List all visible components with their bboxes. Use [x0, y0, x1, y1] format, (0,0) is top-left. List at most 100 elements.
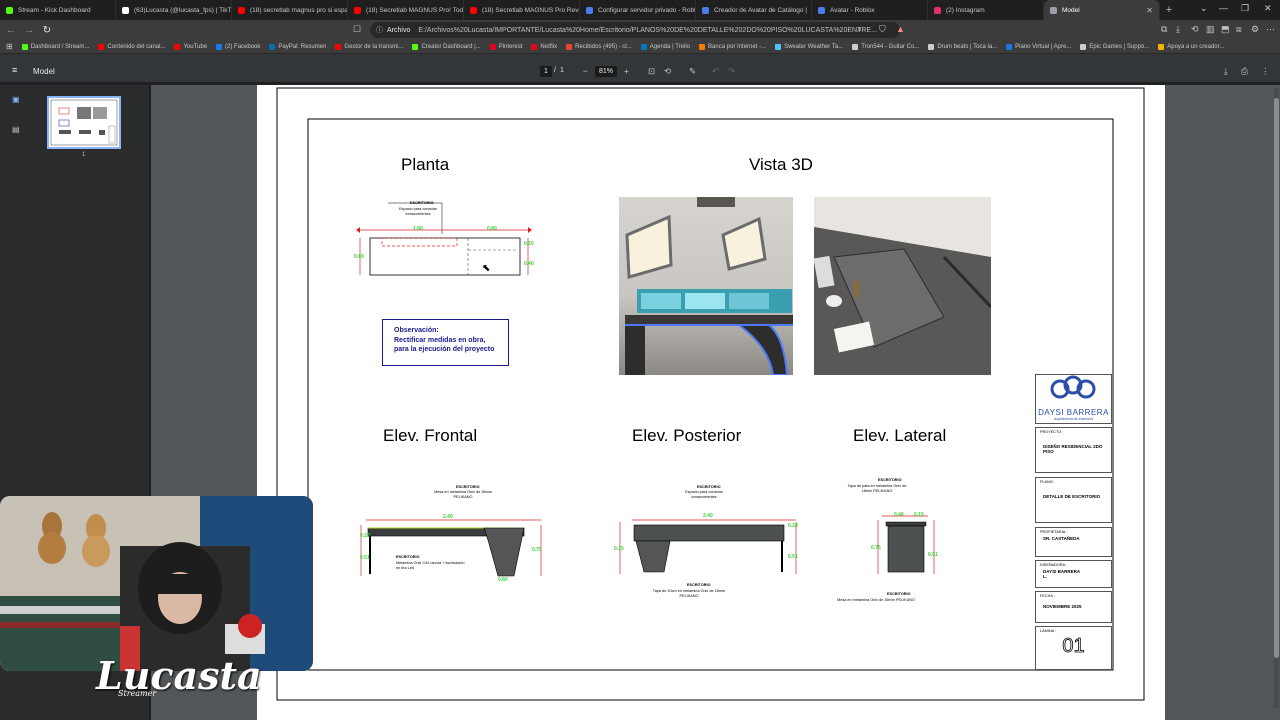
title-block-propietario: PROPIETARIA : SR. CASTAÑEDA	[1035, 527, 1112, 557]
bookmark-favicon-icon	[269, 43, 276, 50]
fit-page-icon[interactable]: ⊡	[648, 66, 655, 77]
bookmark-label: Drum beats | Toca la...	[937, 43, 998, 50]
bookmark-item[interactable]: Dashboard / Stream...	[21, 43, 89, 50]
minimize-button[interactable]: —	[1219, 3, 1228, 13]
redo-icon[interactable]: ↷	[728, 66, 735, 77]
lamina-value: 01	[1062, 635, 1085, 658]
close-window-button[interactable]: ✕	[1264, 3, 1272, 14]
vertical-scrollbar[interactable]	[1274, 88, 1279, 708]
browser-tab[interactable]: Stream - Kick Dashboard	[0, 0, 116, 20]
bookmark-item[interactable]: Netflix	[531, 43, 558, 50]
bookmark-item[interactable]: Creator Dashboard |...	[412, 43, 481, 50]
bookmark-favicon-icon	[566, 43, 573, 50]
sidebar-menu-icon[interactable]: ≡	[12, 65, 17, 75]
tab-label: (18) Secretlab MAGNUS Pro! Tod	[366, 6, 464, 14]
browser-tab[interactable]: (18) Secretlab MAGNUS Pro! Tod	[348, 0, 464, 20]
bookmark-label: Contenido del canal...	[107, 43, 166, 50]
bookmark-item[interactable]: Contenido del canal...	[98, 43, 166, 50]
bookmark-item[interactable]: Apoya a un creador...	[1158, 43, 1225, 50]
bookmark-label: Tron544 - Guitar Co...	[861, 43, 920, 50]
streamer-logo-sub: Streamer	[118, 689, 157, 698]
thumbnails-view-icon[interactable]: ▣	[12, 95, 20, 104]
bookmark-favicon-icon	[21, 43, 28, 50]
bookmark-label: Netflix	[540, 43, 558, 50]
page-number-input[interactable]: 1	[540, 66, 552, 77]
zoom-level-input[interactable]: 81%	[595, 66, 617, 77]
bookmark-item[interactable]: PayPal: Resumen	[269, 43, 326, 50]
front-top-note-title: ESCRITORIO	[456, 485, 480, 489]
fecha-value: NOVIEMBRE 2025	[1043, 604, 1082, 609]
outline-view-icon[interactable]: ▤	[12, 125, 20, 134]
bookmark-label: Recibidos (495) - cl...	[575, 43, 632, 50]
history-icon[interactable]: ⟲	[1191, 24, 1199, 35]
settings-icon[interactable]: ⚙	[1251, 24, 1259, 35]
bookmark-item[interactable]: Pinterest	[489, 43, 522, 50]
apps-grid-icon[interactable]: ⊞	[6, 42, 13, 51]
browser-tab[interactable]: (63)Lucasta (@lucasta_fps) | TikTok	[116, 0, 232, 20]
browser-tab[interactable]: Avatar - Roblox	[812, 0, 928, 20]
forward-icon[interactable]: →	[22, 25, 36, 36]
bookmark-item[interactable]: (2) Facebook	[216, 43, 260, 50]
address-bar[interactable]: ⓘ Archivo E:/Archivos%20Lucasta/IMPORTAN…	[370, 22, 900, 38]
tab-favicon-icon	[6, 6, 13, 14]
bookmark-page-icon[interactable]: ☐	[353, 24, 361, 35]
scrollbar-thumb[interactable]	[1274, 98, 1279, 658]
bookmark-item[interactable]: Agenda | Trello	[640, 43, 690, 50]
bookmark-item[interactable]: Drum beats | Toca la...	[928, 43, 998, 50]
sidebar-icon[interactable]: ▥	[1206, 24, 1215, 35]
extension-warning-icon[interactable]: ▲	[896, 24, 905, 34]
post-dim-h3: 0.51	[788, 554, 798, 560]
bookmark-item[interactable]: Tron544 - Guitar Co...	[852, 43, 920, 50]
bookmark-item[interactable]: Banca por Internet -...	[699, 43, 766, 50]
restore-button[interactable]: ❐	[1241, 3, 1249, 14]
plan-dim-b: 0.80	[487, 226, 497, 232]
close-tab-icon[interactable]: ✕	[1146, 6, 1153, 15]
undo-icon[interactable]: ↶	[712, 66, 719, 77]
reload-icon[interactable]: ↻	[40, 25, 54, 36]
shield-icon[interactable]: ⛉	[879, 24, 886, 35]
front-dim-b: 0.60	[498, 577, 508, 583]
plan-dim-c: 0.60	[354, 254, 364, 260]
pdf-more-icon[interactable]: ⋮	[1261, 66, 1270, 77]
zoom-out-icon[interactable]: −	[583, 66, 588, 76]
sheet-frames	[276, 87, 1145, 701]
bookmark-item[interactable]: Piano Virtual | Apre...	[1006, 43, 1071, 50]
browser-tab[interactable]: (18) secretlab magnus pro si espa	[232, 0, 348, 20]
rotate-icon[interactable]: ⟲	[664, 66, 671, 77]
observacion-line1: Rectificar medidas en obra,	[394, 337, 486, 344]
browser-tab[interactable]: Model ✕	[1044, 0, 1160, 20]
print-icon[interactable]: ⎙	[1241, 66, 1248, 77]
elev-frontal-drawing	[360, 519, 542, 577]
back-icon[interactable]: ←	[4, 25, 18, 36]
title-block-fecha: FECHA : NOVIEMBRE 2025	[1035, 591, 1112, 623]
zoom-icon[interactable]: ⌕	[857, 24, 862, 35]
zoom-in-icon[interactable]: +	[624, 66, 629, 76]
tab-label: (63)Lucasta (@lucasta_fps) | TikTok	[134, 6, 232, 14]
bookmark-label: Gestor de la transmi...	[344, 43, 404, 50]
split-screen-icon[interactable]: ⧈	[1236, 24, 1242, 35]
menu-dots-icon[interactable]: ⋯	[1266, 24, 1275, 35]
pdf-title: Model	[33, 67, 55, 76]
page-thumbnail[interactable]	[47, 96, 121, 149]
bookmark-item[interactable]: Sweater Weather Ta...	[775, 43, 843, 50]
browser-tab[interactable]: (18) Secretlab MAGNUS Pro Revi	[464, 0, 580, 20]
bookmark-label: Apoya a un creador...	[1167, 43, 1225, 50]
bookmark-favicon-icon	[928, 43, 935, 50]
browser-tab[interactable]: Configurar servidor privado - Robl	[580, 0, 696, 20]
extensions-icon[interactable]: ⧉	[1161, 24, 1167, 35]
collections-icon[interactable]: ⬒	[1221, 24, 1230, 35]
tab-favicon-icon	[122, 6, 129, 14]
download-icon[interactable]: ⤓	[1176, 24, 1180, 35]
bookmark-item[interactable]: Epic Games | Suppo...	[1080, 43, 1149, 50]
bookmark-item[interactable]: Recibidos (495) - cl...	[566, 43, 632, 50]
bookmark-item[interactable]: YouTube	[174, 43, 207, 50]
plan-note-title: ESCRITORIO	[410, 201, 434, 205]
tab-search-chevron-icon[interactable]: ⌄	[1200, 3, 1208, 14]
browser-tab[interactable]: (2) Instagram	[928, 0, 1044, 20]
browser-tab[interactable]: Creador de Avatar de Catálogo |	[696, 0, 812, 20]
bookmark-favicon-icon	[775, 43, 782, 50]
draw-icon[interactable]: ✎	[689, 66, 696, 77]
pdf-download-icon[interactable]: ⤓	[1224, 66, 1228, 77]
new-tab-button[interactable]: +	[1160, 4, 1178, 16]
bookmark-item[interactable]: Gestor de la transmi...	[335, 43, 404, 50]
